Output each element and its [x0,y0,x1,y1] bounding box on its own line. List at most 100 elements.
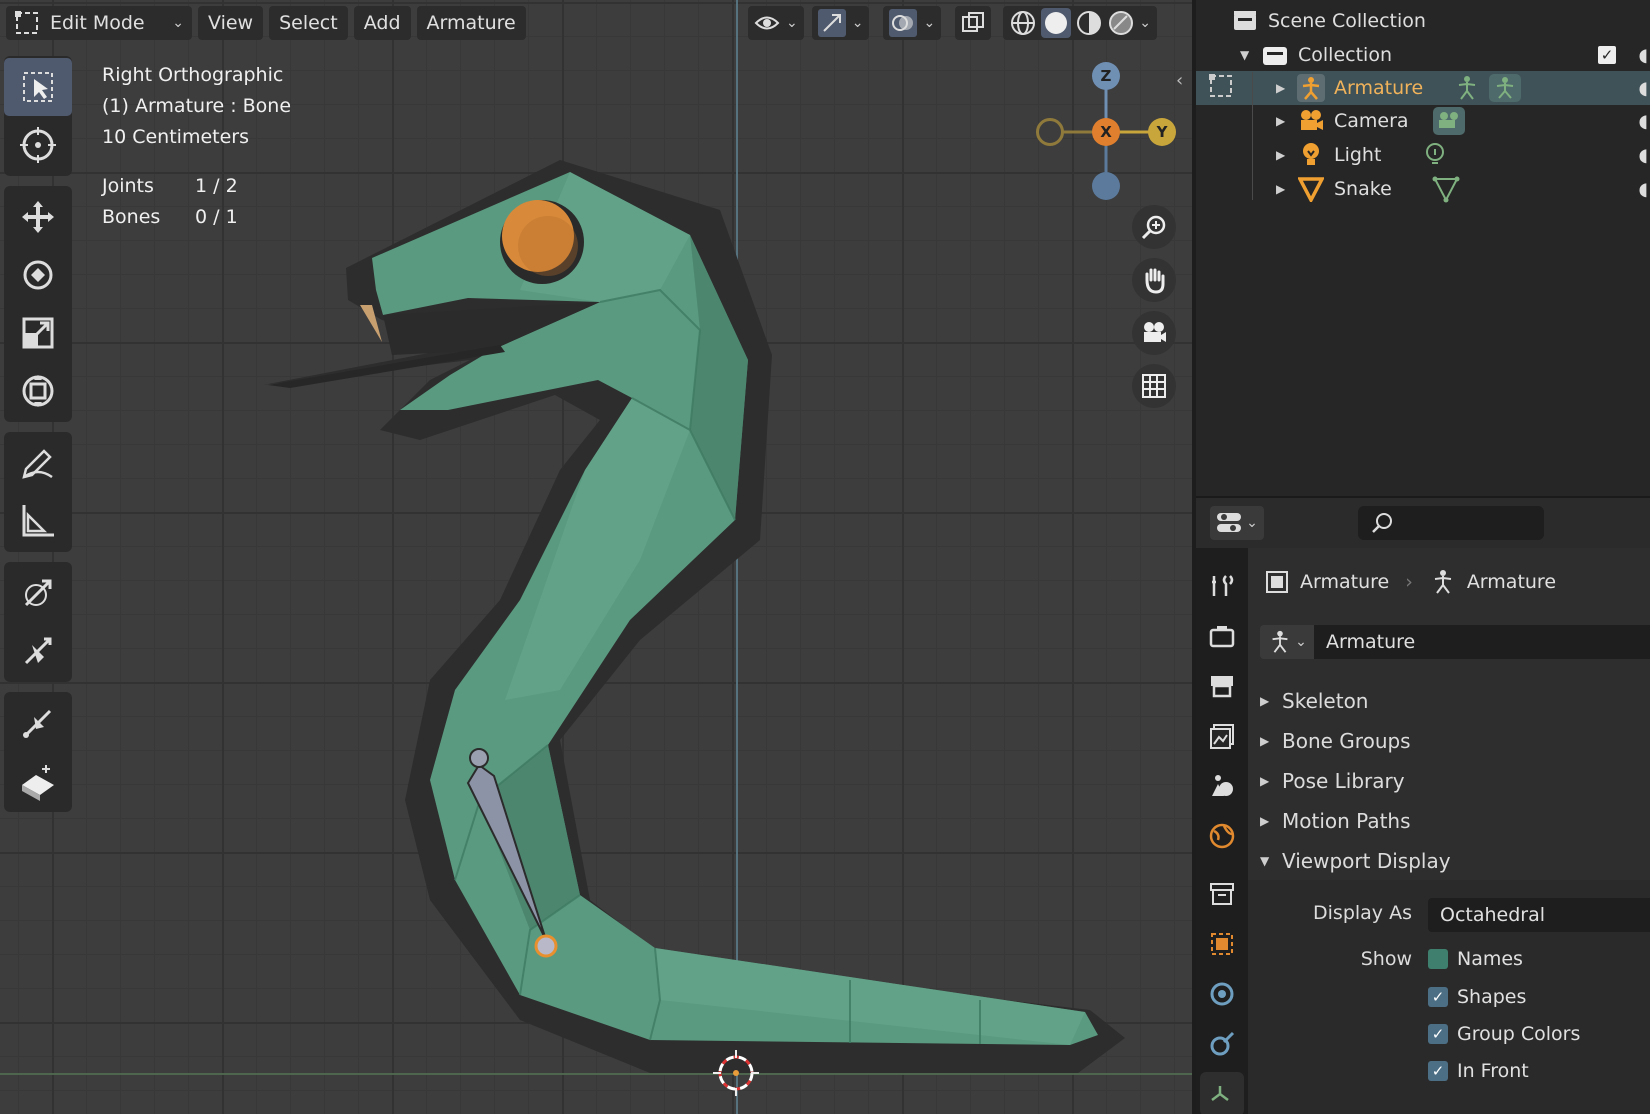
tab-collection[interactable] [1200,872,1244,916]
menu-add[interactable]: Add [353,6,411,40]
display-as-dropdown[interactable]: Octahedral [1428,898,1650,932]
data-browse-button[interactable]: ⌄ [1260,625,1314,659]
cursor-tool[interactable] [4,116,72,174]
gizmo-dropdown[interactable]: ⌄ [811,6,870,40]
bone-head-joint[interactable] [469,748,489,768]
3d-viewport[interactable]: Edit Mode ⌄ View Select Add Armature ⌄ ⌄… [0,0,1192,1114]
tab-object-data[interactable] [1200,1072,1244,1114]
armature-data-icon[interactable] [1452,74,1482,102]
eye-icon[interactable]: ◖ [1639,45,1648,66]
light-data-icon[interactable] [1422,141,1448,169]
menu-armature[interactable]: Armature [416,6,526,40]
tab-world[interactable] [1200,814,1244,858]
properties-search[interactable] [1358,506,1544,540]
data-name-field[interactable]: Armature [1314,625,1650,659]
shading-modes[interactable]: ⌄ [1003,6,1157,40]
move-tool[interactable] [4,188,72,246]
extrude-cursor-tool[interactable] [4,752,72,810]
overlays-dropdown[interactable]: ⌄ [883,6,942,40]
gizmo-y-label: Y [1156,123,1168,141]
solid-shading-icon[interactable] [1041,8,1072,38]
option-shapes[interactable]: ✓ Shapes [1428,986,1526,1008]
panel-viewport-display[interactable]: ▼ Viewport Display [1260,842,1650,880]
panel-pose-library[interactable]: ▶ Pose Library [1260,762,1650,800]
rendered-shading-icon[interactable] [1107,9,1135,37]
expand-down-icon: ▼ [1260,854,1270,868]
eye-icon[interactable]: ◖ [1639,111,1648,132]
edit-mode-indicator-icon[interactable] [1208,73,1238,104]
mode-selector[interactable]: Edit Mode ⌄ [6,6,192,40]
rotate-tool[interactable] [4,246,72,304]
eye-icon[interactable]: ◖ [1639,179,1648,200]
gizmo-icon [817,9,846,37]
wireframe-shading-icon[interactable] [1009,9,1037,37]
tab-render[interactable] [1200,614,1244,658]
checkbox-checked[interactable]: ✓ [1428,1061,1448,1081]
expand-right-icon[interactable]: ▶ [1276,148,1296,162]
checkbox-unchecked[interactable] [1428,949,1448,969]
chevron-left-icon[interactable]: ‹ [1176,70,1183,91]
expand-right-icon[interactable]: ▶ [1276,114,1296,128]
pose-data-icon[interactable] [1488,73,1522,103]
panel-skeleton[interactable]: ▶ Skeleton [1260,682,1650,720]
panel-bone-groups[interactable]: ▶ Bone Groups [1260,722,1650,760]
panel-motion-paths[interactable]: ▶ Motion Paths [1260,802,1650,840]
eye-icon[interactable]: ◖ [1639,145,1648,166]
camera-data-icon[interactable] [1432,106,1466,136]
option-names[interactable]: Names [1428,948,1523,970]
outliner-item-snake[interactable]: ▶ Snake ◖ [1196,172,1650,206]
expand-right-icon[interactable]: ▶ [1276,182,1296,196]
gizmo-x-axis[interactable]: X [1092,118,1120,146]
option-in-front[interactable]: ✓ In Front [1428,1060,1529,1082]
tab-view-layer[interactable] [1200,714,1244,758]
outliner-scene-collection[interactable]: Scene Collection [1196,4,1650,38]
bone-tail-joint[interactable] [534,934,558,958]
xray-toggle[interactable] [955,6,992,40]
mesh-icon [1296,175,1326,203]
outliner-collection[interactable]: ▼ Collection ✓ ◖ [1196,38,1650,72]
tab-physics[interactable] [1200,972,1244,1016]
gizmo-neg-z-axis[interactable] [1092,172,1120,200]
transform-tool[interactable] [4,362,72,420]
checkbox-checked[interactable]: ✓ [1428,987,1448,1007]
checkbox-icon[interactable]: ✓ [1598,46,1616,64]
ortho-toggle-button[interactable] [1132,364,1176,408]
pan-button[interactable] [1132,258,1176,302]
checkbox-checked[interactable]: ✓ [1428,1024,1448,1044]
camera-view-button[interactable] [1132,311,1176,355]
gizmo-neg-y-axis[interactable] [1036,118,1064,146]
bone-size-tool[interactable] [4,622,72,680]
tab-output[interactable] [1200,664,1244,708]
expand-down-icon[interactable]: ▼ [1240,48,1260,62]
edit-mode-icon [15,11,38,34]
menu-view[interactable]: View [198,6,264,40]
select-box-tool[interactable] [4,58,72,116]
zoom-button[interactable] [1132,205,1176,249]
mesh-data-icon[interactable] [1432,175,1460,203]
outliner-item-light[interactable]: ▶ Light ◖ [1196,138,1650,172]
outliner-item-camera[interactable]: ▶ Camera ◖ [1196,104,1650,138]
tab-constraints[interactable] [1200,1022,1244,1066]
option-group-colors[interactable]: ✓ Group Colors [1428,1023,1580,1045]
tab-tool[interactable] [1200,564,1244,608]
gizmo-z-axis[interactable]: Z [1092,62,1120,90]
expand-right-icon[interactable]: ▶ [1276,81,1296,95]
view-layer-icon [1210,724,1234,749]
tool-group-transform [4,186,72,422]
menu-select[interactable]: Select [269,6,348,40]
navigation-gizmo[interactable]: Z X Y [1030,60,1176,210]
visibility-dropdown[interactable]: ⌄ [748,6,804,40]
tab-scene[interactable] [1200,764,1244,808]
annotate-tool[interactable] [4,434,72,492]
bone-roll-tool[interactable] [4,564,72,622]
measure-tool[interactable] [4,492,72,550]
extrude-tool[interactable] [4,694,72,752]
material-shading-icon[interactable] [1075,9,1103,37]
scale-tool[interactable] [4,304,72,362]
eye-icon[interactable]: ◖ [1639,78,1648,99]
chevron-down-icon: ⌄ [172,15,184,31]
tab-object[interactable] [1200,922,1244,966]
editor-type-selector[interactable]: ⌄ [1210,506,1264,540]
outliner-item-armature[interactable]: ▶ Armature ◖ [1196,71,1650,105]
gizmo-y-axis[interactable]: Y [1148,118,1176,146]
